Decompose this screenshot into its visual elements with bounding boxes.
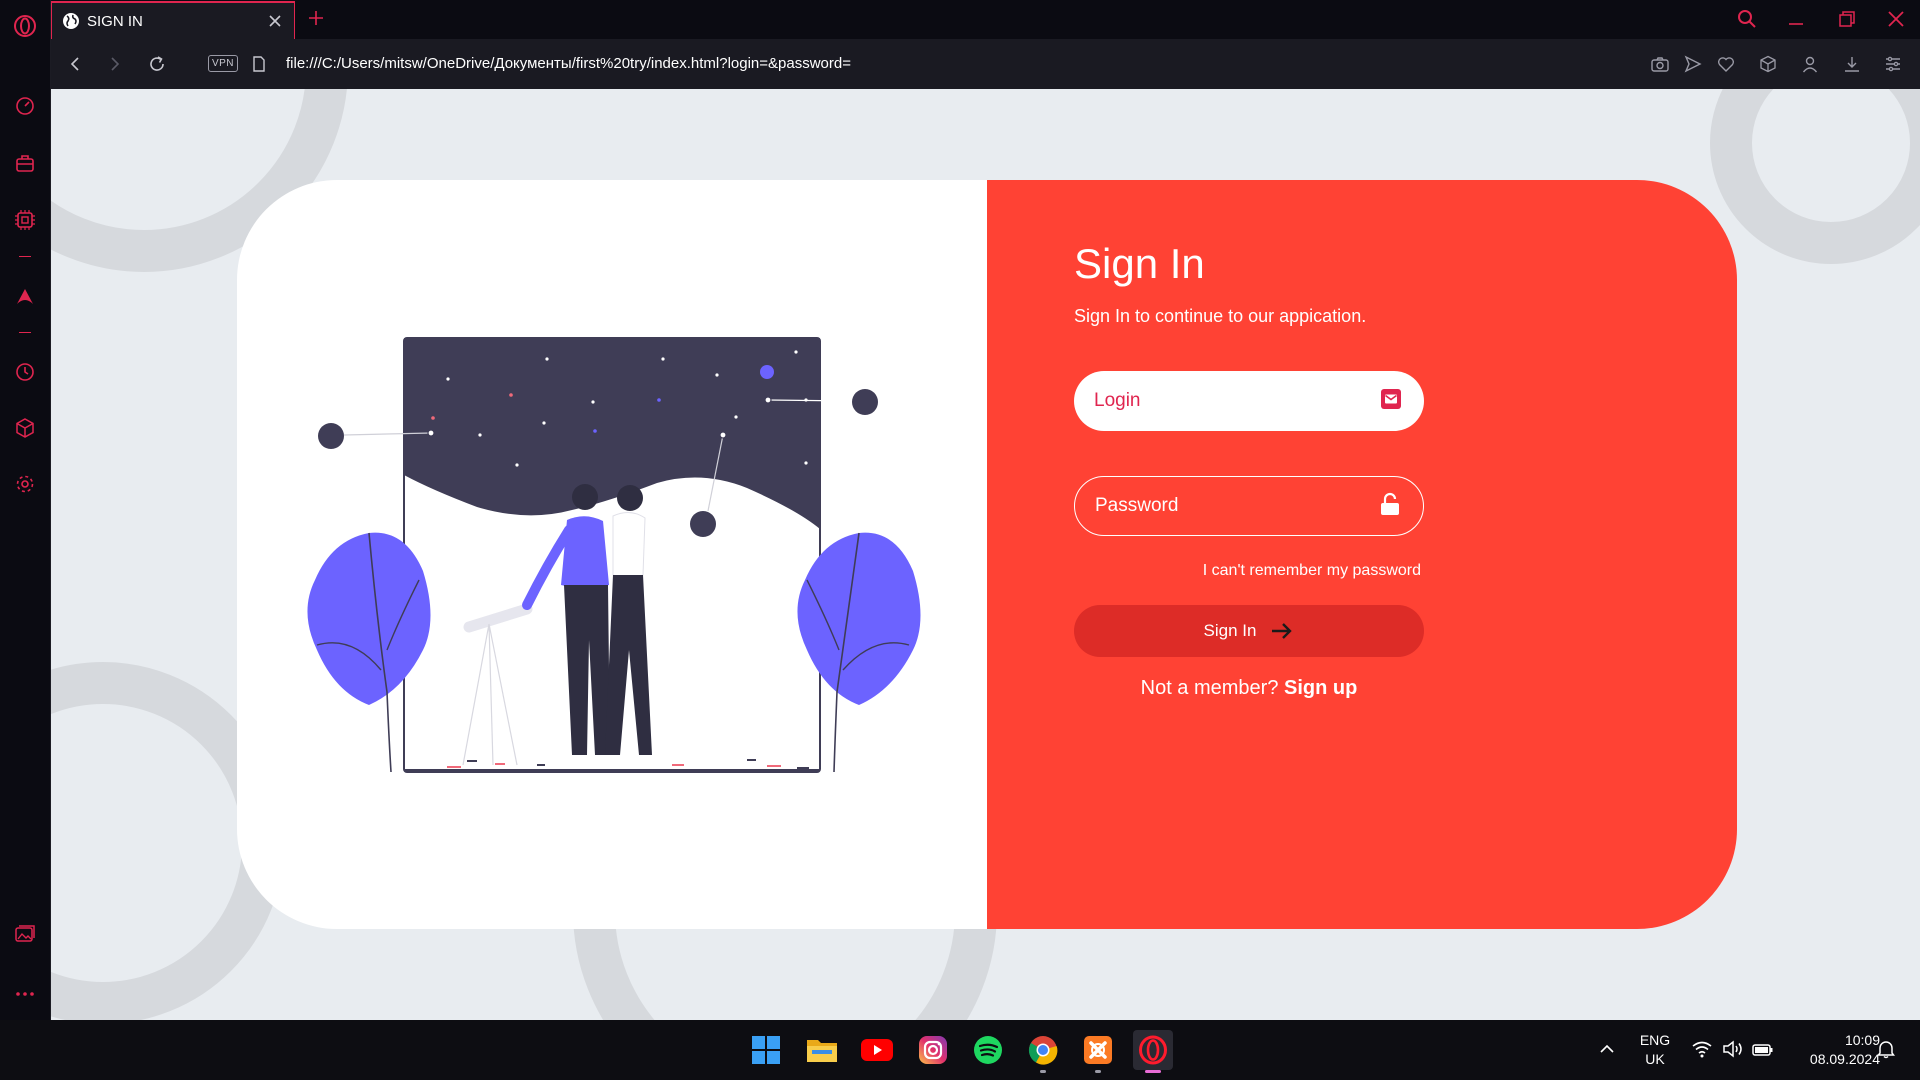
- sign-in-button[interactable]: Sign In: [1074, 605, 1424, 657]
- opera-logo-icon[interactable]: [13, 14, 37, 38]
- ai-chip-icon[interactable]: [13, 208, 37, 232]
- profile-icon[interactable]: [1798, 52, 1822, 76]
- notification-bell-icon[interactable]: [1876, 1039, 1896, 1064]
- password-field[interactable]: Password: [1074, 476, 1424, 536]
- sidebar-divider: [19, 332, 31, 333]
- minimize-icon[interactable]: [1785, 8, 1807, 30]
- password-placeholder: Password: [1095, 495, 1179, 516]
- background-circle: [1710, 89, 1920, 264]
- member-text: Not a member?: [1140, 677, 1279, 699]
- history-icon[interactable]: [13, 360, 37, 384]
- wifi-icon[interactable]: [1692, 1040, 1712, 1063]
- new-tab-icon[interactable]: [305, 7, 327, 29]
- vpn-badge[interactable]: VPN: [208, 55, 238, 72]
- illustration-panel: [237, 180, 987, 929]
- tab-bar: SIGN IN: [51, 0, 1920, 39]
- envelope-icon: [1380, 388, 1402, 415]
- clock-time: 10:09: [1844, 1032, 1880, 1048]
- sign-in-card: Sign In Sign In to continue to our appic…: [237, 180, 1737, 929]
- browser-sidebar: [0, 0, 51, 1020]
- volume-icon[interactable]: [1722, 1040, 1744, 1063]
- youtube-icon[interactable]: [857, 1030, 897, 1070]
- clock-date: 08.09.2024: [1809, 1051, 1880, 1067]
- forward-icon[interactable]: [103, 52, 127, 76]
- address-bar: VPN file:///C:/Users/mitsw/OneDrive/Доку…: [51, 39, 1920, 89]
- spotify-icon[interactable]: [968, 1030, 1008, 1070]
- restore-icon[interactable]: [1836, 8, 1858, 30]
- download-icon[interactable]: [1840, 52, 1864, 76]
- sign-up-link[interactable]: Sign up: [1284, 677, 1357, 699]
- signup-prompt: Not a member? Sign up: [1074, 677, 1424, 700]
- reload-icon[interactable]: [145, 52, 169, 76]
- speed-dial-icon[interactable]: [13, 94, 37, 118]
- language-indicator[interactable]: ENG UK: [1636, 1031, 1674, 1069]
- running-indicator: [1095, 1070, 1101, 1073]
- battery-icon[interactable]: [1752, 1040, 1774, 1063]
- more-icon[interactable]: [13, 982, 37, 1006]
- login-placeholder: Login: [1094, 390, 1141, 411]
- extensions-cube-icon[interactable]: [1756, 52, 1780, 76]
- tab-title: SIGN IN: [87, 12, 143, 30]
- search-tabs-icon[interactable]: [1736, 8, 1758, 30]
- settings-icon[interactable]: [13, 472, 37, 496]
- active-indicator: [1145, 1070, 1161, 1073]
- back-icon[interactable]: [63, 52, 87, 76]
- login-field[interactable]: Login: [1074, 371, 1424, 431]
- windows-taskbar: ENG UK 10:09 08.09.2024: [0, 1020, 1920, 1080]
- xampp-icon[interactable]: [1078, 1030, 1118, 1073]
- gallery-icon[interactable]: [13, 922, 37, 946]
- stargazing-illustration: [307, 337, 921, 773]
- windows-start-icon[interactable]: [746, 1030, 786, 1070]
- easy-setup-icon[interactable]: [1881, 52, 1905, 76]
- file-explorer-icon[interactable]: [802, 1030, 842, 1070]
- page-info-icon[interactable]: [247, 52, 271, 76]
- snapshot-icon[interactable]: [1648, 52, 1672, 76]
- briefcase-icon[interactable]: [13, 151, 37, 175]
- language-code: ENG: [1639, 1032, 1671, 1048]
- send-icon[interactable]: [1681, 52, 1705, 76]
- language-region: UK: [1645, 1051, 1665, 1067]
- page-subtitle: Sign In to continue to our appication.: [1074, 306, 1367, 326]
- sign-in-panel: Sign In Sign In to continue to our appic…: [987, 180, 1737, 929]
- heart-icon[interactable]: [1714, 52, 1738, 76]
- opera-icon[interactable]: [1133, 1030, 1173, 1073]
- chrome-icon[interactable]: [1023, 1030, 1063, 1073]
- forgot-password-link[interactable]: I can't remember my password: [1074, 562, 1421, 580]
- running-indicator: [1040, 1070, 1046, 1073]
- globe-icon: [62, 12, 80, 30]
- unlock-icon: [1379, 492, 1401, 521]
- close-tab-icon[interactable]: [266, 12, 284, 30]
- aria-icon[interactable]: [13, 284, 37, 308]
- chevron-up-icon[interactable]: [1598, 1040, 1616, 1063]
- instagram-icon[interactable]: [913, 1030, 953, 1070]
- sidebar-divider: [19, 256, 31, 257]
- page-title: Sign In: [1074, 240, 1205, 287]
- clock[interactable]: 10:09 08.09.2024: [1784, 1031, 1880, 1069]
- close-window-icon[interactable]: [1885, 8, 1907, 30]
- tab-sign-in[interactable]: SIGN IN: [51, 1, 295, 39]
- url-field[interactable]: file:///C:/Users/mitsw/OneDrive/Документ…: [286, 55, 851, 72]
- cube-icon[interactable]: [13, 416, 37, 440]
- page-viewport: Sign In Sign In to continue to our appic…: [51, 89, 1920, 1020]
- arrow-right-icon: [1272, 623, 1293, 639]
- sign-in-button-label: Sign In: [1203, 621, 1257, 640]
